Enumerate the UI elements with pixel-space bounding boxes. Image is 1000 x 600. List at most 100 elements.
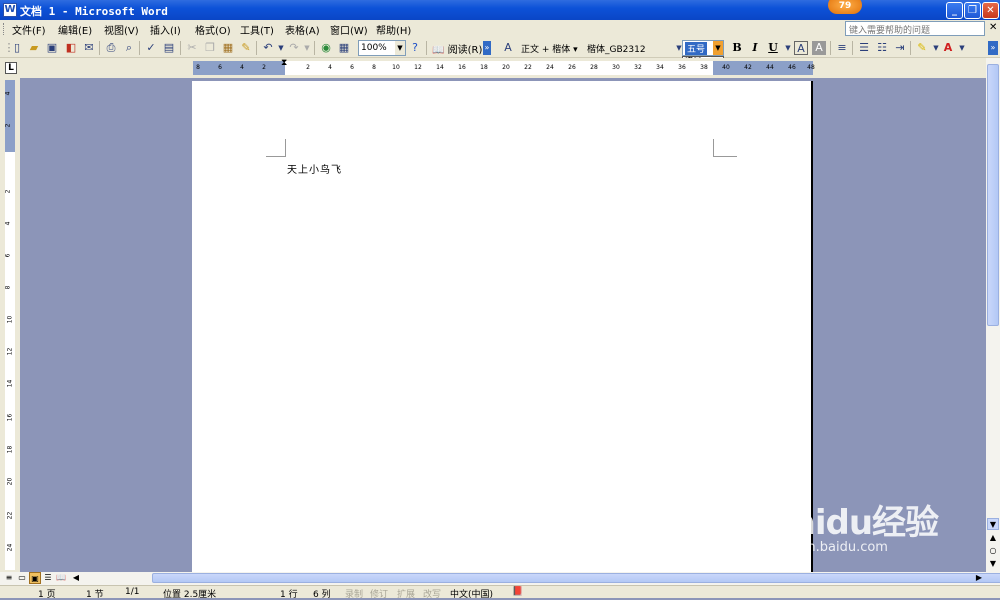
- bullets-icon[interactable]: ☷: [875, 41, 889, 55]
- save-icon[interactable]: ▣: [45, 41, 59, 55]
- horizontal-ruler[interactable]: 8 6 4 2 ⧗ 2 4 6 8 10 12 14 16 18 20 22 2…: [193, 58, 815, 75]
- document-close-icon[interactable]: ✕: [989, 22, 997, 33]
- scroll-down-icon[interactable]: ▼: [987, 518, 999, 530]
- cut-icon[interactable]: ✂: [185, 41, 199, 55]
- ruler-tick: 30: [612, 64, 620, 71]
- font-size-combo[interactable]: 五号 ▼: [682, 40, 724, 56]
- menu-tools[interactable]: 工具(T): [240, 22, 274, 37]
- ruler-tick: 2: [262, 64, 266, 71]
- ruler-tick: 42: [744, 64, 752, 71]
- research-icon[interactable]: ▤: [162, 41, 176, 55]
- notification-badge[interactable]: 79: [828, 0, 862, 14]
- redo-icon[interactable]: ↷: [287, 41, 301, 55]
- ruler-tick: 34: [656, 64, 664, 71]
- underline-dropdown-icon[interactable]: ▼: [781, 41, 795, 55]
- menu-edit[interactable]: 编辑(E): [58, 22, 92, 37]
- menu-help[interactable]: 帮助(H): [376, 22, 411, 37]
- read-button[interactable]: 📖 阅读(R): [432, 41, 482, 56]
- copy-icon[interactable]: ❐: [203, 41, 217, 55]
- redo-dropdown-icon[interactable]: ▼: [300, 41, 314, 55]
- print-layout-view-icon[interactable]: ▣: [29, 572, 41, 584]
- chevron-down-icon[interactable]: ▼: [395, 41, 405, 55]
- scroll-right-icon[interactable]: ▶: [973, 572, 985, 584]
- next-page-icon[interactable]: ▼: [987, 558, 999, 570]
- ruler-tick: 6: [218, 64, 222, 71]
- ruler-tick: 14: [6, 379, 14, 388]
- status-record[interactable]: 录制: [345, 587, 363, 600]
- bold-button[interactable]: B: [730, 41, 744, 55]
- chevron-down-icon[interactable]: ▼: [713, 41, 723, 55]
- status-overtype[interactable]: 改写: [423, 587, 441, 600]
- open-folder-icon[interactable]: ▰: [27, 41, 41, 55]
- char-border-icon[interactable]: A: [794, 41, 808, 55]
- word-app-icon[interactable]: W: [3, 3, 17, 17]
- ruler-tick: 12: [6, 347, 14, 356]
- italic-button[interactable]: I: [748, 41, 762, 55]
- close-button[interactable]: ✕: [982, 2, 999, 19]
- vertical-ruler[interactable]: 4 2 2 4 6 8 10 12 14 16 18 20 22 24: [4, 80, 15, 570]
- document-page[interactable]: 天上小鸟飞: [192, 81, 813, 581]
- tab-stop-selector[interactable]: L: [5, 62, 17, 74]
- reading-view-icon[interactable]: 📖: [55, 572, 67, 584]
- normal-view-icon[interactable]: ≡: [3, 572, 15, 584]
- menu-file[interactable]: 文件(F): [12, 22, 46, 37]
- format-painter-icon[interactable]: ✎: [239, 41, 253, 55]
- styles-pane-icon[interactable]: A: [501, 41, 515, 55]
- status-extend[interactable]: 扩展: [397, 587, 415, 600]
- ruler-tick: 40: [722, 64, 730, 71]
- menu-format[interactable]: 格式(O): [195, 22, 231, 37]
- menu-window[interactable]: 窗口(W): [330, 22, 368, 37]
- scroll-thumb[interactable]: [152, 573, 1000, 583]
- hyperlink-icon[interactable]: ◉: [319, 41, 333, 55]
- paste-icon[interactable]: ▦: [221, 41, 235, 55]
- spelling-status-icon[interactable]: 📕: [512, 587, 523, 597]
- permission-icon[interactable]: ◧: [64, 41, 78, 55]
- undo-icon[interactable]: ↶: [261, 41, 275, 55]
- horizontal-scrollbar[interactable]: ◀ ▶: [70, 572, 1000, 584]
- left-margin-area[interactable]: [193, 61, 285, 75]
- web-view-icon[interactable]: ▭: [16, 572, 28, 584]
- scroll-left-icon[interactable]: ◀: [70, 572, 82, 584]
- char-shading-icon[interactable]: A: [812, 41, 826, 55]
- font-color-dropdown-icon[interactable]: ▼: [955, 41, 969, 55]
- table-icon[interactable]: ▦: [337, 41, 351, 55]
- font-combo[interactable]: 楷体_GB2312: [587, 42, 646, 55]
- status-track-changes[interactable]: 修订: [370, 587, 388, 600]
- toolbar-options-icon[interactable]: »: [483, 41, 491, 55]
- style-combo[interactable]: 正文 + 楷体 ▾: [521, 42, 578, 55]
- email-icon[interactable]: ✉: [82, 41, 96, 55]
- maximize-button[interactable]: ❐: [964, 2, 981, 19]
- previous-page-icon[interactable]: ▲: [987, 532, 999, 544]
- separator: [426, 41, 427, 55]
- ruler-tick: 28: [590, 64, 598, 71]
- title-bar: W 文档 1 - Microsoft Word 79 _ ❐ ✕: [0, 0, 1000, 20]
- menu-table[interactable]: 表格(A): [285, 22, 320, 37]
- indent-icon[interactable]: ⇥: [893, 41, 907, 55]
- menu-insert[interactable]: 插入(I): [150, 22, 181, 37]
- spelling-icon[interactable]: ✓: [144, 41, 158, 55]
- scroll-thumb[interactable]: [987, 64, 999, 326]
- print-preview-icon[interactable]: ⌕: [122, 41, 136, 55]
- align-justify-icon[interactable]: ≡: [835, 41, 849, 55]
- document-body-text[interactable]: 天上小鸟飞: [287, 161, 342, 176]
- print-icon[interactable]: ⎙: [104, 41, 118, 55]
- vertical-scrollbar[interactable]: ▼ ▲ ○ ▼: [986, 58, 1000, 572]
- new-document-icon[interactable]: ▯: [10, 41, 24, 55]
- numbering-icon[interactable]: ☰: [857, 41, 871, 55]
- underline-button[interactable]: U: [766, 41, 780, 55]
- minimize-button[interactable]: _: [946, 2, 963, 19]
- indent-marker-icon[interactable]: ⧗: [281, 58, 287, 68]
- font-color-icon[interactable]: A: [941, 41, 955, 55]
- highlight-icon[interactable]: ✎: [915, 41, 929, 55]
- help-icon[interactable]: ?: [408, 41, 422, 55]
- browse-object-icon[interactable]: ○: [987, 545, 999, 557]
- help-question-input[interactable]: 键入需要帮助的问题: [845, 21, 985, 36]
- menu-view[interactable]: 视图(V): [104, 22, 139, 37]
- zoom-combo[interactable]: 100% ▼: [358, 40, 406, 56]
- toolbar-overflow-icon[interactable]: »: [988, 41, 998, 55]
- ruler-tick: 48: [807, 64, 815, 71]
- undo-dropdown-icon[interactable]: ▼: [274, 41, 288, 55]
- horizontal-scroll-row: ≡ ▭ ▣ ☰ 📖 ◀ ▶: [0, 572, 1000, 585]
- outline-view-icon[interactable]: ☰: [42, 572, 54, 584]
- menu-grip[interactable]: [3, 23, 5, 35]
